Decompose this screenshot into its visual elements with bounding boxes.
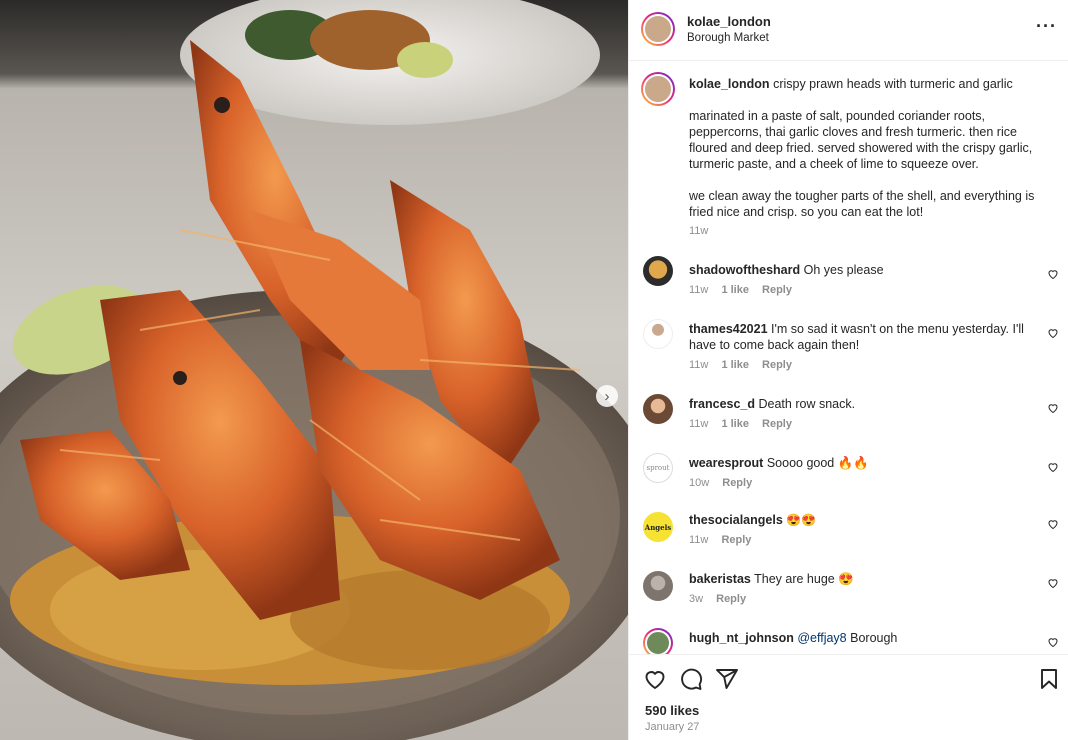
author-username[interactable]: kolae_london [687,14,771,29]
likes-count[interactable]: 590 likes [645,703,699,718]
reply-button[interactable]: Reply [762,284,792,296]
heart-icon[interactable] [1047,402,1059,414]
comment-age: 11w [689,284,709,296]
reply-button[interactable]: Reply [762,359,792,371]
comment-username[interactable]: francesc_d [689,397,755,411]
comment-body: 😍😍 [786,513,817,527]
caption-age: 11w [689,225,709,237]
avatar[interactable] [643,319,673,349]
chevron-right-icon: › [604,387,610,405]
post-location[interactable]: Borough Market [687,32,769,44]
comment-body: Soooo good 🔥🔥 [766,456,869,470]
comment-mention[interactable]: @effjay8 [797,631,846,645]
caption-text: kolae_london crispy prawn heads with tur… [689,76,1049,220]
caption-username[interactable]: kolae_london [689,77,770,91]
comment-username[interactable]: hugh_nt_johnson [689,631,794,645]
comment-likes[interactable]: 1 like [721,418,749,430]
comment-username[interactable]: bakeristas [689,572,751,586]
comment-username[interactable]: thesocialangels [689,513,783,527]
comments-list[interactable]: kolae_london crispy prawn heads with tur… [629,62,1068,654]
comment-username[interactable]: wearesprout [689,456,763,470]
comment-text: thesocialangels 😍😍 [689,512,1049,528]
more-icon[interactable]: ··· [1036,16,1057,37]
avatar[interactable]: Angels [643,512,673,542]
comment-meta: 11w Reply [689,534,761,546]
heart-icon[interactable] [1047,461,1059,473]
comment-age: 3w [689,593,704,605]
comment-meta: 11w 1 like Reply [689,284,802,296]
caption-title: crispy prawn heads with turmeric and gar… [773,77,1013,91]
comment-meta: 10w Reply [689,477,762,489]
comment-age: 11w [689,418,709,430]
comment-body: Oh yes please [803,263,884,277]
prawn-dish-image [0,0,628,740]
comment-meta: 11w 1 like Reply [689,359,802,371]
post-actions: 590 likes January 27 [629,654,1068,740]
caption-paragraph: we clean away the tougher parts of the s… [689,189,1035,219]
post-sidebar: kolae_london Borough Market ··· kolae_lo… [628,0,1068,740]
comment-text: francesc_d Death row snack. [689,396,1049,412]
comment-age: 11w [689,534,709,546]
comment-text: thames42021 I'm so sad it wasn't on the … [689,321,1049,353]
caption-meta: 11w [689,225,718,237]
bookmark-icon[interactable] [1037,667,1061,691]
reply-button[interactable]: Reply [762,418,792,430]
heart-icon[interactable] [1047,577,1059,589]
comment-body: They are huge 😍 [754,572,854,586]
reply-button[interactable]: Reply [721,534,751,546]
avatar[interactable] [643,256,673,286]
heart-icon[interactable] [1047,636,1059,648]
comment-text: bakeristas They are huge 😍 [689,571,1049,587]
avatar[interactable] [643,394,673,424]
comment-icon[interactable] [679,667,703,691]
comment-likes[interactable]: 1 like [721,284,749,296]
post-photo[interactable]: › [0,0,628,740]
reply-button[interactable]: Reply [722,477,752,489]
post-date[interactable]: January 27 [645,721,699,733]
avatar[interactable] [643,628,673,654]
comment-meta: 3w Reply [689,593,756,605]
comment-age: 11w [689,359,709,371]
caption-paragraph: marinated in a paste of salt, pounded co… [689,109,1033,171]
comment-likes[interactable]: 1 like [721,359,749,371]
comment-text: hugh_nt_johnson @effjay8 Borough [689,630,1049,646]
heart-icon[interactable] [1047,327,1059,339]
heart-icon[interactable] [1047,268,1059,280]
avatar-logo-text: sprout [646,464,670,472]
comment-username[interactable]: shadowoftheshard [689,263,800,277]
author-avatar[interactable] [641,72,675,106]
next-photo-button[interactable]: › [596,385,618,407]
comment-meta: 11w 1 like Reply [689,418,802,430]
heart-icon[interactable] [1047,518,1059,530]
author-avatar[interactable] [641,12,675,46]
avatar-logo-text: Angels [644,522,672,532]
comment-text: shadowoftheshard Oh yes please [689,262,1049,278]
post-header: kolae_london Borough Market ··· [629,0,1068,61]
heart-icon[interactable] [643,667,667,691]
reply-button[interactable]: Reply [716,593,746,605]
avatar[interactable] [643,571,673,601]
comment-age: 10w [689,477,710,489]
avatar[interactable]: sprout [643,453,673,483]
comment-body: Borough [850,631,898,645]
comment-text: wearesprout Soooo good 🔥🔥 [689,455,1049,471]
comment-body: Death row snack. [758,397,856,411]
comment-username[interactable]: thames42021 [689,322,768,336]
share-icon[interactable] [715,667,739,691]
